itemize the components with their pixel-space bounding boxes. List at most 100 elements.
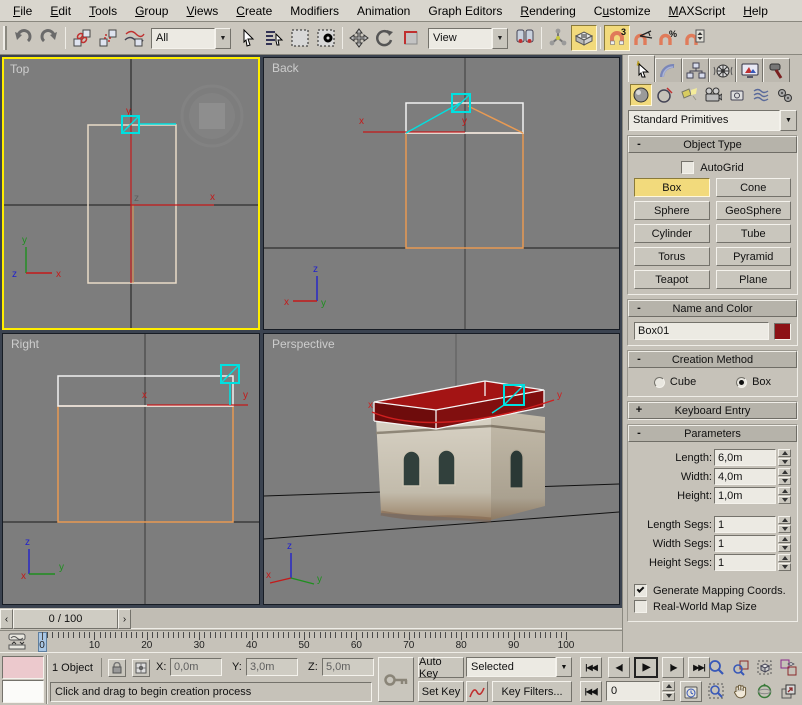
undo-icon[interactable] xyxy=(10,25,36,51)
expand-icon[interactable]: + xyxy=(633,404,645,416)
dropdown-arrow-icon[interactable]: ▼ xyxy=(492,28,508,49)
angle-snap-toggle-icon[interactable] xyxy=(630,25,656,51)
menu-maxscript[interactable]: MAXScript xyxy=(660,1,735,21)
rollout-keyboard-entry-header[interactable]: + Keyboard Entry xyxy=(628,402,797,419)
keyboard-shortcut-override-toggle[interactable] xyxy=(571,25,597,51)
height-spinner[interactable] xyxy=(778,487,791,504)
tab-utilities[interactable] xyxy=(763,58,790,82)
category-space-warps[interactable] xyxy=(750,84,772,106)
select-and-link-icon[interactable] xyxy=(69,25,95,51)
spinner-snap-toggle-icon[interactable] xyxy=(682,25,708,51)
menu-animation[interactable]: Animation xyxy=(348,1,419,21)
object-color-swatch[interactable] xyxy=(774,323,791,340)
current-frame-field[interactable]: 0 xyxy=(606,681,660,701)
viewport-top[interactable]: y x z y x z Top xyxy=(2,57,260,330)
set-key-button[interactable]: Set Key xyxy=(418,681,464,702)
selection-set-dropdown[interactable]: Selected ▼ xyxy=(466,657,572,677)
next-frame-button[interactable]: |▶ xyxy=(662,657,684,678)
tab-modify[interactable] xyxy=(655,58,682,82)
use-pivot-point-center-icon[interactable] xyxy=(512,25,538,51)
z-coord-field[interactable]: 5,0m xyxy=(322,658,374,676)
spinner-up-icon[interactable] xyxy=(778,535,791,543)
arc-rotate-icon[interactable] xyxy=(754,681,775,702)
select-and-rotate-icon[interactable] xyxy=(372,25,398,51)
tab-display[interactable] xyxy=(736,58,763,82)
track-bar-ruler[interactable]: 0102030405060708090100 xyxy=(36,631,622,653)
absolute-offset-toggle[interactable] xyxy=(132,659,150,677)
generate-mapping-coords-checkbox[interactable] xyxy=(634,584,647,597)
snaps-toggle-3d-icon[interactable]: 3 xyxy=(604,25,630,51)
rollout-name-color-header[interactable]: - Name and Color xyxy=(628,300,797,317)
set-key-filters-curve-toggle[interactable] xyxy=(466,681,488,702)
height-segs-spinner[interactable] xyxy=(778,554,791,571)
menu-rendering[interactable]: Rendering xyxy=(511,1,584,21)
rollout-creation-method-header[interactable]: - Creation Method xyxy=(628,351,797,368)
object-type-teapot-button[interactable]: Teapot xyxy=(634,270,710,289)
object-type-cylinder-button[interactable]: Cylinder xyxy=(634,224,710,243)
menu-create[interactable]: Create xyxy=(227,1,281,21)
select-and-manipulate-icon[interactable] xyxy=(545,25,571,51)
object-name-input[interactable]: Box01 xyxy=(634,322,769,340)
object-type-torus-button[interactable]: Torus xyxy=(634,247,710,266)
frame-spinner[interactable] xyxy=(662,681,675,701)
unlink-selection-icon[interactable] xyxy=(95,25,121,51)
window-crossing-toggle-icon[interactable] xyxy=(313,25,339,51)
spinner-down-icon[interactable] xyxy=(778,544,791,552)
zoom-extents-icon[interactable] xyxy=(754,657,775,678)
category-helpers[interactable] xyxy=(726,84,748,106)
percent-snap-toggle-icon[interactable]: % xyxy=(656,25,682,51)
reference-coordinate-dropdown[interactable]: View ▼ xyxy=(428,28,508,49)
height-field[interactable]: 1,0m xyxy=(714,487,776,504)
maxscript-mini-listener[interactable] xyxy=(2,680,44,703)
select-by-name-icon[interactable] xyxy=(261,25,287,51)
toolbar-grip[interactable] xyxy=(3,26,7,50)
menu-modifiers[interactable]: Modifiers xyxy=(281,1,348,21)
next-frame-arrow[interactable]: › xyxy=(118,609,131,629)
bind-to-space-warp-icon[interactable] xyxy=(121,25,147,51)
category-cameras[interactable] xyxy=(702,84,724,106)
length-field[interactable]: 6,0m xyxy=(714,449,776,466)
object-type-sphere-button[interactable]: Sphere xyxy=(634,201,710,220)
rectangular-selection-region-icon[interactable] xyxy=(287,25,313,51)
y-coord-field[interactable]: 3,0m xyxy=(246,658,298,676)
category-systems[interactable] xyxy=(774,84,796,106)
width-segs-field[interactable]: 1 xyxy=(714,535,776,552)
tab-motion[interactable] xyxy=(709,58,736,82)
collapse-icon[interactable]: - xyxy=(633,353,645,365)
object-type-cone-button[interactable]: Cone xyxy=(716,178,792,197)
auto-key-button[interactable]: Auto Key xyxy=(418,657,464,678)
height-segs-field[interactable]: 1 xyxy=(714,554,776,571)
set-keys-button[interactable] xyxy=(378,657,414,702)
zoom-all-icon[interactable] xyxy=(730,657,751,678)
key-mode-toggle-button[interactable]: |◀◀| xyxy=(580,681,602,702)
time-slider-thumb[interactable]: 0 / 100 xyxy=(13,609,118,629)
menu-group[interactable]: Group xyxy=(126,1,177,21)
region-zoom-icon[interactable] xyxy=(706,681,727,702)
menu-file[interactable]: File xyxy=(4,1,41,21)
key-filters-button[interactable]: Key Filters... xyxy=(492,681,572,702)
dropdown-arrow-icon[interactable]: ▼ xyxy=(215,28,231,49)
menu-graph-editors[interactable]: Graph Editors xyxy=(419,1,511,21)
real-world-map-size-checkbox[interactable] xyxy=(634,600,647,613)
time-configuration-button[interactable] xyxy=(680,681,702,702)
menu-customize[interactable]: Customize xyxy=(585,1,660,21)
spinner-up-icon[interactable] xyxy=(778,449,791,457)
width-field[interactable]: 4,0m xyxy=(714,468,776,485)
menu-views[interactable]: Views xyxy=(177,1,227,21)
spinner-down-icon[interactable] xyxy=(778,563,791,571)
rollout-parameters-header[interactable]: - Parameters xyxy=(628,425,797,442)
dropdown-arrow-icon[interactable]: ▼ xyxy=(780,110,797,131)
redo-icon[interactable] xyxy=(36,25,62,51)
autogrid-checkbox[interactable] xyxy=(681,161,694,174)
width-segs-spinner[interactable] xyxy=(778,535,791,552)
house-model[interactable] xyxy=(376,410,545,520)
creation-method-cube-radio[interactable]: Cube xyxy=(654,376,696,388)
tab-hierarchy[interactable] xyxy=(682,58,709,82)
object-type-geosphere-button[interactable]: GeoSphere xyxy=(716,201,792,220)
object-type-plane-button[interactable]: Plane xyxy=(716,270,792,289)
object-type-pyramid-button[interactable]: Pyramid xyxy=(716,247,792,266)
time-slider-track[interactable] xyxy=(131,609,622,629)
viewport-right[interactable]: x y z x y Right xyxy=(2,333,260,605)
collapse-icon[interactable]: - xyxy=(633,427,645,439)
menu-edit[interactable]: Edit xyxy=(41,1,80,21)
